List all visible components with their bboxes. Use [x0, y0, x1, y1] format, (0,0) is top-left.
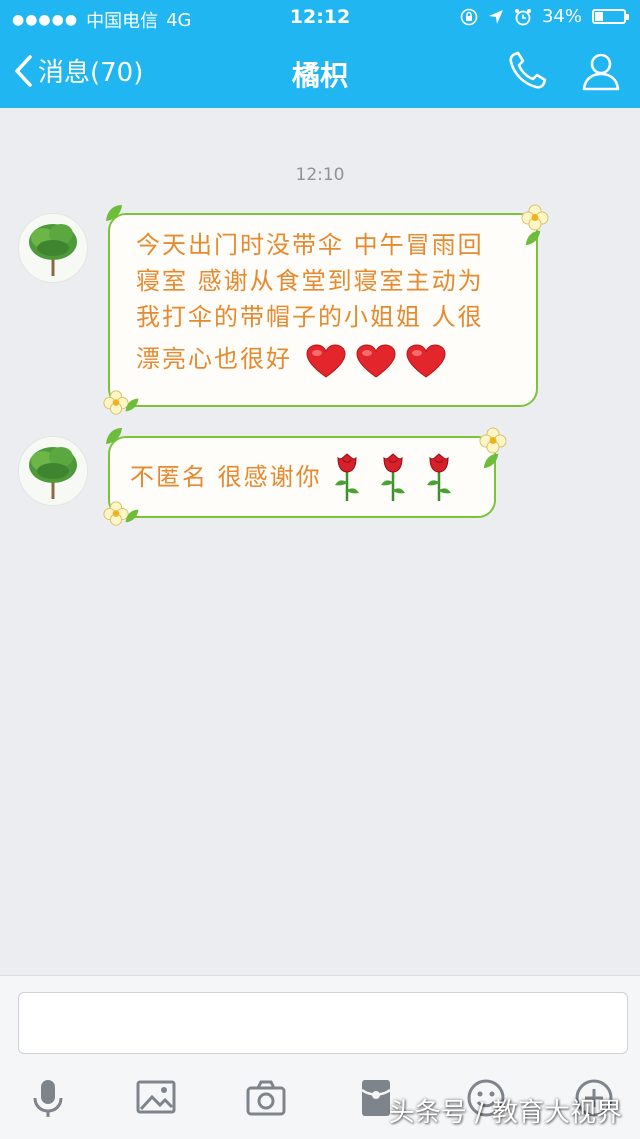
avatar[interactable] — [18, 436, 88, 506]
location-icon — [488, 9, 503, 24]
image-icon[interactable] — [134, 1076, 178, 1120]
microphone-icon[interactable] — [26, 1076, 70, 1120]
message-line-with-emoji: 漂亮心也很好 — [136, 341, 484, 378]
leaf-icon — [524, 229, 542, 247]
watermark: 头条号 / 教育大视界 — [388, 1098, 622, 1128]
profile-icon[interactable] — [580, 50, 622, 92]
message-bubble[interactable]: 今天出门时没带伞 中午冒雨回 寝室 感谢从食堂到寝室主动为 我打伞的带帽子的小姐… — [108, 213, 538, 407]
leaf-icon — [124, 397, 140, 413]
message-line: 漂亮心也很好 — [136, 345, 292, 373]
message-line: 不匿名 很感谢你 — [130, 463, 322, 491]
chat-timestamp: 12:10 — [295, 165, 345, 185]
tree-avatar-icon — [19, 214, 87, 282]
leaf-icon — [104, 426, 124, 446]
message-line: 寝室 感谢从食堂到寝室主动为 — [136, 267, 484, 295]
battery-percent: 34% — [541, 6, 582, 27]
emoji-group — [332, 452, 454, 502]
message-bubble[interactable]: 不匿名 很感谢你 — [108, 436, 496, 518]
battery-icon — [592, 9, 629, 24]
rose-icon — [424, 452, 454, 502]
composer: 头条号 / 教育大视界 — [0, 975, 640, 1139]
message-text: 不匿名 很感谢你 — [130, 452, 454, 502]
message-input[interactable] — [18, 992, 628, 1054]
heart-icon — [306, 344, 346, 378]
rose-icon — [332, 452, 362, 502]
status-right: 34% — [460, 6, 629, 27]
leaf-icon — [124, 508, 140, 524]
orientation-lock-icon — [460, 8, 478, 25]
message-line: 我打伞的带帽子的小姐姐 人很 — [136, 303, 484, 331]
nav-bar: 消息(70) 橘枳 — [0, 40, 640, 104]
message-line: 今天出门时没带伞 中午冒雨回 — [136, 231, 484, 259]
top-bar: ●●●●● 中国电信 4G 12:12 34% 消息(70) 橘枳 — [0, 0, 640, 108]
avatar[interactable] — [18, 213, 88, 283]
emoji-group — [306, 344, 446, 378]
camera-icon[interactable] — [244, 1076, 288, 1120]
leaf-icon — [482, 452, 500, 470]
heart-icon — [406, 344, 446, 378]
tree-avatar-icon — [19, 437, 87, 505]
leaf-icon — [104, 203, 124, 223]
phone-icon[interactable] — [506, 50, 548, 92]
heart-icon — [356, 344, 396, 378]
message-text: 今天出门时没带伞 中午冒雨回 寝室 感谢从食堂到寝室主动为 我打伞的带帽子的小姐… — [136, 227, 484, 378]
rose-icon — [378, 452, 408, 502]
alarm-icon — [514, 8, 531, 25]
nav-actions — [506, 50, 622, 92]
status-bar: ●●●●● 中国电信 4G 12:12 34% — [0, 0, 640, 36]
